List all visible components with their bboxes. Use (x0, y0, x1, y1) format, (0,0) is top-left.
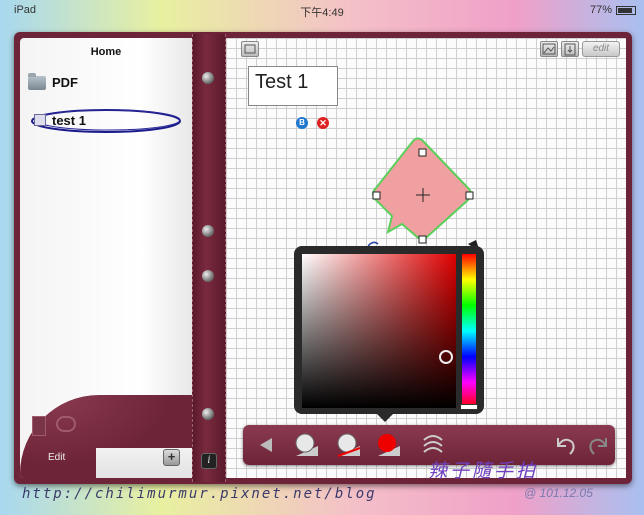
fill-shape-icon[interactable] (292, 430, 322, 460)
edit-button[interactable]: Edit (48, 452, 65, 463)
speech-shape[interactable] (364, 136, 488, 252)
canvas-title-box[interactable]: Test 1 (248, 66, 338, 106)
binder-ring-icon (202, 225, 214, 237)
sidebar-title: Home (90, 46, 122, 58)
saturation-value-square[interactable] (302, 254, 456, 408)
resize-handle[interactable] (418, 148, 427, 157)
link-icon[interactable] (56, 416, 76, 432)
delete-badge[interactable]: ✕ (317, 117, 329, 129)
binder-ring-icon (202, 408, 214, 420)
note-icon (34, 114, 46, 126)
resize-handle[interactable] (418, 235, 427, 244)
image-button[interactable] (540, 41, 558, 57)
redo-icon[interactable] (584, 430, 614, 460)
hue-slider[interactable] (462, 254, 476, 408)
battery-percent: 77% (589, 4, 612, 16)
page-menu-button[interactable] (241, 41, 259, 57)
watermark-date: @ 101.12.05 (524, 486, 593, 500)
back-arrow-icon[interactable] (252, 430, 282, 460)
color-selector-ring[interactable] (439, 350, 453, 364)
line-shape-icon[interactable] (334, 430, 364, 460)
trash-icon[interactable] (32, 416, 46, 436)
image-icon (542, 43, 556, 55)
add-button[interactable]: + (163, 449, 180, 466)
folder-icon (28, 72, 46, 90)
clock: 下午4:49 (300, 7, 344, 19)
info-button[interactable]: i (201, 453, 217, 469)
resize-handle[interactable] (465, 191, 474, 200)
color-shape-icon[interactable] (374, 430, 404, 460)
watermark-url: http://chilimurmur.pixnet.net/blog (22, 486, 377, 502)
watermark-signature: 辣子隨手拍 (428, 460, 539, 482)
popover-arrow (376, 413, 394, 422)
undo-icon[interactable] (550, 430, 580, 460)
bold-badge[interactable]: B (296, 117, 308, 129)
status-right: 77% (590, 4, 636, 16)
battery-icon (616, 5, 636, 15)
page-icon (244, 44, 256, 54)
export-icon (564, 43, 576, 56)
export-button[interactable] (561, 41, 579, 57)
resize-handle[interactable] (372, 191, 381, 200)
sidebar-item-label: PDF (52, 75, 78, 90)
status-bar: iPad 下午4:49 77% (0, 0, 644, 20)
sidebar-item-label: test 1 (52, 113, 86, 128)
canvas-edit-button[interactable]: edit (582, 41, 620, 57)
hue-slider-handle[interactable] (460, 404, 478, 410)
binder-ring-icon (202, 72, 214, 84)
binder-ring-icon (202, 270, 214, 282)
sidebar-item-pdf[interactable]: PDF (28, 72, 78, 90)
sidebar-item-test-1[interactable]: test 1 (30, 108, 184, 134)
